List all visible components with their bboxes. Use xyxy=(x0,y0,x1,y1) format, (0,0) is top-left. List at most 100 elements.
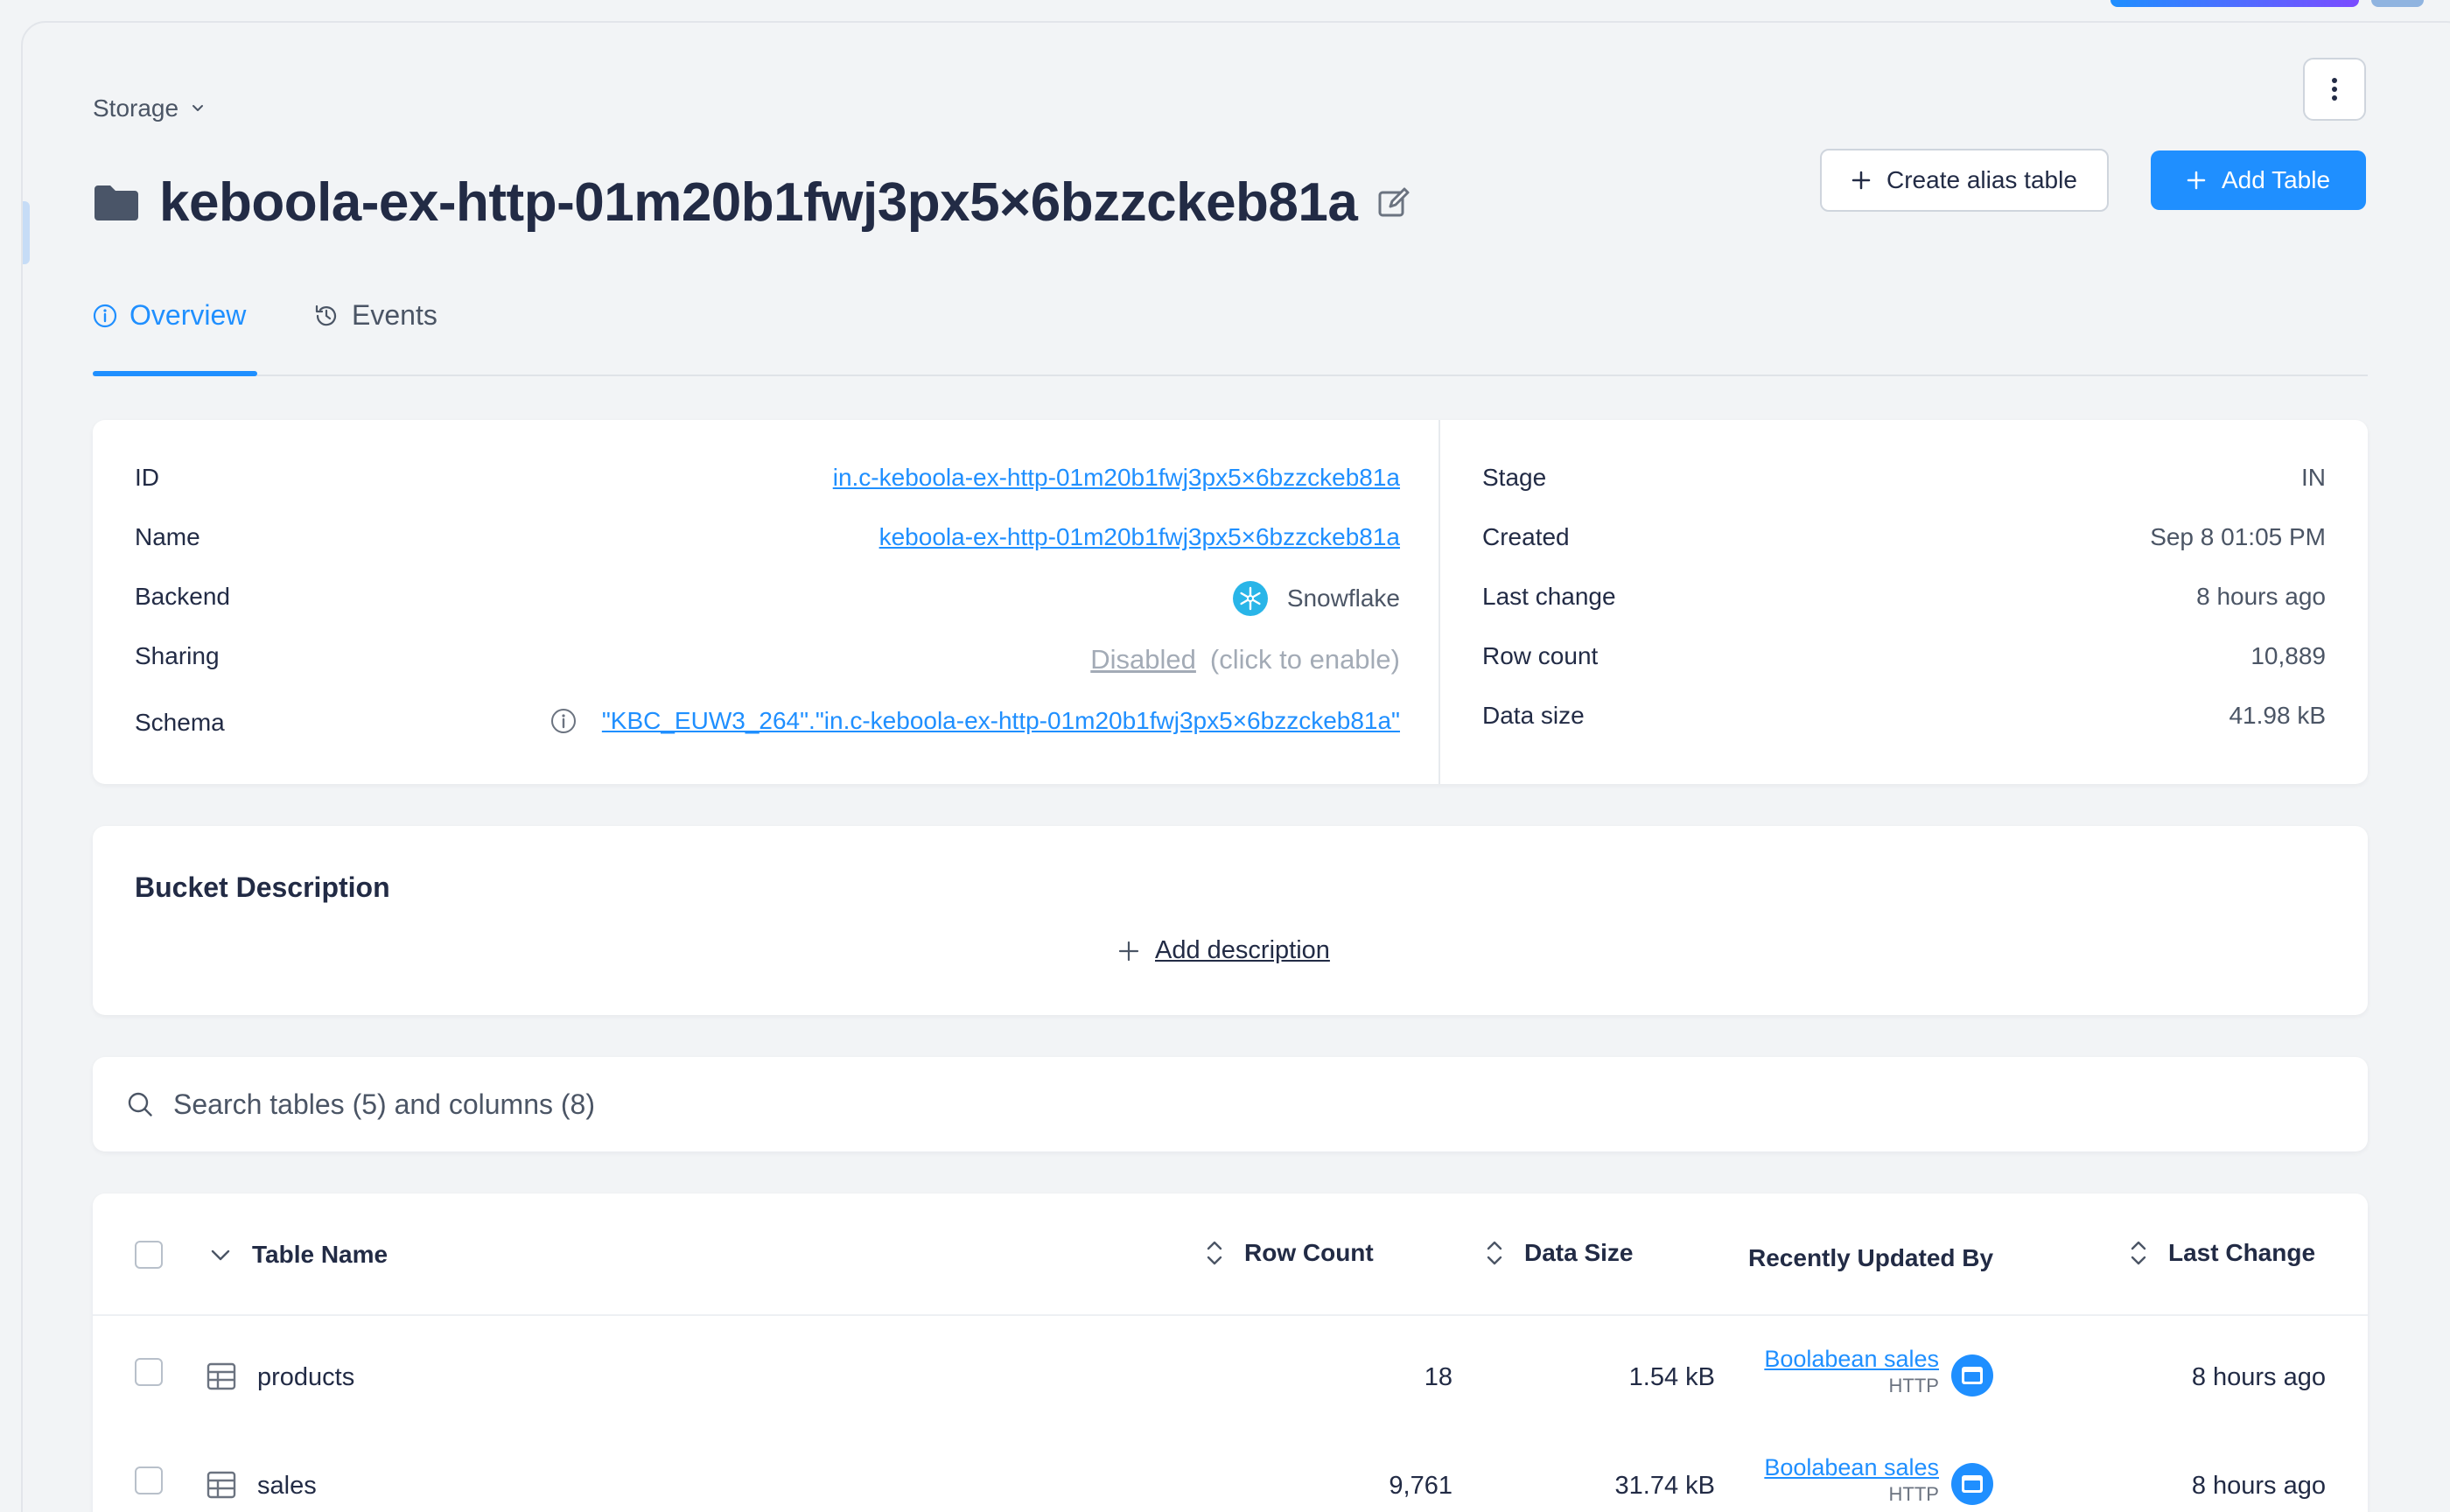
plus-icon xyxy=(2187,171,2206,190)
select-all-checkbox[interactable] xyxy=(135,1241,163,1269)
header-updated-by: Recently Updated By xyxy=(1748,1244,1993,1272)
folder-icon xyxy=(94,185,138,220)
last-change-cell: 8 hours ago xyxy=(2191,1363,2326,1391)
updated-by-cell: Boolabean sales HTTP xyxy=(1764,1454,1939,1506)
edit-icon[interactable] xyxy=(1376,186,1411,220)
row-count-label: Row count xyxy=(1482,642,1599,669)
last-change-cell: 8 hours ago xyxy=(2191,1472,2326,1500)
row-checkbox[interactable] xyxy=(135,1466,163,1494)
chevron-down-icon xyxy=(211,1250,230,1261)
schema-link[interactable]: "KBC_EUW3_264"."in.c-keboola-ex-http-01m… xyxy=(602,707,1400,735)
bucket-description-card: Bucket Description Add description xyxy=(93,826,2368,1015)
table-name[interactable]: products xyxy=(257,1363,354,1392)
created-label: Created xyxy=(1482,523,1570,550)
sharing-status: Disabled xyxy=(1090,644,1196,675)
row-count-value: 10,889 xyxy=(2250,642,2326,669)
updated-by-link[interactable]: Boolabean sales xyxy=(1764,1346,1939,1373)
chevron-down-icon xyxy=(192,105,204,111)
sort-icon xyxy=(2131,1241,2146,1265)
breadcrumb[interactable]: Storage xyxy=(93,94,206,122)
header-last-change-label: Last Change xyxy=(2168,1239,2316,1266)
tables-list: Table Name Row Count Data Size Recently … xyxy=(93,1194,2368,1512)
schema-label: Schema xyxy=(135,709,225,736)
create-alias-table-button[interactable]: Create alias table xyxy=(1820,149,2109,212)
table-name[interactable]: sales xyxy=(257,1472,317,1501)
created-value: Sep 8 01:05 PM xyxy=(2150,523,2326,550)
sharing-label: Sharing xyxy=(135,642,220,669)
more-actions-button[interactable] xyxy=(2303,58,2366,121)
header-table-name-label: Table Name xyxy=(252,1241,388,1268)
breadcrumb-label: Storage xyxy=(93,94,179,122)
tab-events[interactable]: Events xyxy=(313,299,438,332)
history-icon xyxy=(315,304,337,326)
http-component-icon xyxy=(1951,1354,1993,1396)
divider xyxy=(1438,420,1440,784)
table-icon xyxy=(206,1471,236,1499)
table-row[interactable]: products 18 1.54 kB Boolabean sales HTTP… xyxy=(93,1318,2368,1426)
data-size-value: 41.98 kB xyxy=(2229,702,2326,729)
stage-label: Stage xyxy=(1482,464,1547,491)
page-title: keboola-ex-http-01m20b1fwj3px5×6bzzckeb8… xyxy=(159,172,1358,233)
backend-value: Snowflake xyxy=(1232,581,1400,616)
header-data-size[interactable]: Data Size xyxy=(1484,1237,1634,1269)
data-size-cell: 1.54 kB xyxy=(1628,1363,1715,1391)
name-link[interactable]: keboola-ex-http-01m20b1fwj3px5×6bzzckeb8… xyxy=(879,523,1400,551)
http-component-icon xyxy=(1951,1463,1993,1505)
tab-bar: Overview Events xyxy=(93,271,2368,376)
table-icon xyxy=(206,1362,236,1390)
id-label: ID xyxy=(135,464,159,491)
header-updated-by-label: Recently Updated By xyxy=(1748,1244,1994,1271)
tab-events-label: Events xyxy=(352,299,438,331)
sharing-hint: (click to enable) xyxy=(1209,644,1400,675)
table-row[interactable]: sales 9,761 31.74 kB Boolabean sales HTT… xyxy=(93,1426,2368,1512)
data-size-label: Data size xyxy=(1482,702,1585,729)
updated-by-type: HTTP xyxy=(1888,1375,1939,1396)
updated-by-link[interactable]: Boolabean sales xyxy=(1764,1454,1939,1481)
add-description-label: Add description xyxy=(1155,936,1330,964)
header-row-count[interactable]: Row Count xyxy=(1204,1237,1374,1269)
info-icon[interactable] xyxy=(550,707,578,735)
sidebar-toggle[interactable] xyxy=(23,201,30,264)
plus-icon xyxy=(1118,941,1139,961)
snowflake-icon xyxy=(1232,581,1268,616)
row-checkbox[interactable] xyxy=(135,1358,163,1386)
add-table-button[interactable]: Add Table xyxy=(2151,150,2366,210)
user-avatar[interactable] xyxy=(2371,0,2424,7)
schema-value: "KBC_EUW3_264"."in.c-keboola-ex-http-01m… xyxy=(550,707,1400,735)
plus-icon xyxy=(1852,171,1871,190)
table-search-bar xyxy=(93,1057,2368,1152)
create-alias-label: Create alias table xyxy=(1886,166,2077,193)
sort-icon xyxy=(1207,1241,1222,1265)
tab-overview[interactable]: Overview xyxy=(93,299,246,332)
sort-icon xyxy=(1487,1241,1502,1265)
header-data-size-label: Data Size xyxy=(1524,1239,1634,1266)
last-change-value: 8 hours ago xyxy=(2196,583,2326,610)
description-heading: Bucket Description xyxy=(135,872,390,903)
top-accent-bar xyxy=(2110,0,2359,7)
id-link[interactable]: in.c-keboola-ex-http-01m20b1fwj3px5×6bzz… xyxy=(833,464,1400,492)
backend-label: Backend xyxy=(135,583,230,610)
bucket-info-card: ID in.c-keboola-ex-http-01m20b1fwj3px5×6… xyxy=(93,420,2368,784)
header-row-count-label: Row Count xyxy=(1244,1239,1374,1266)
table-header: Table Name Row Count Data Size Recently … xyxy=(93,1194,2368,1316)
sharing-toggle[interactable]: Disabled (click to enable) xyxy=(1090,644,1400,676)
backend-value-text: Snowflake xyxy=(1286,584,1400,612)
kebab-menu-icon xyxy=(2332,78,2337,101)
header-table-name[interactable]: Table Name xyxy=(208,1241,388,1269)
name-label: Name xyxy=(135,523,200,550)
info-icon xyxy=(93,304,117,327)
active-tab-indicator xyxy=(93,371,257,376)
row-count-cell: 18 xyxy=(1424,1363,1452,1391)
search-input[interactable] xyxy=(173,1088,1398,1121)
updated-by-cell: Boolabean sales HTTP xyxy=(1764,1346,1939,1397)
add-table-label: Add Table xyxy=(2221,166,2331,193)
page-title-row: keboola-ex-http-01m20b1fwj3px5×6bzzckeb8… xyxy=(93,172,1411,234)
last-change-label: Last change xyxy=(1482,583,1616,610)
header-last-change[interactable]: Last Change xyxy=(2128,1237,2315,1269)
data-size-cell: 31.74 kB xyxy=(1614,1472,1715,1500)
updated-by-type: HTTP xyxy=(1888,1483,1939,1505)
row-count-cell: 9,761 xyxy=(1389,1472,1452,1500)
stage-value: IN xyxy=(2301,464,2326,491)
add-description-button[interactable]: Add description xyxy=(1118,936,1330,965)
tab-overview-label: Overview xyxy=(130,299,247,331)
